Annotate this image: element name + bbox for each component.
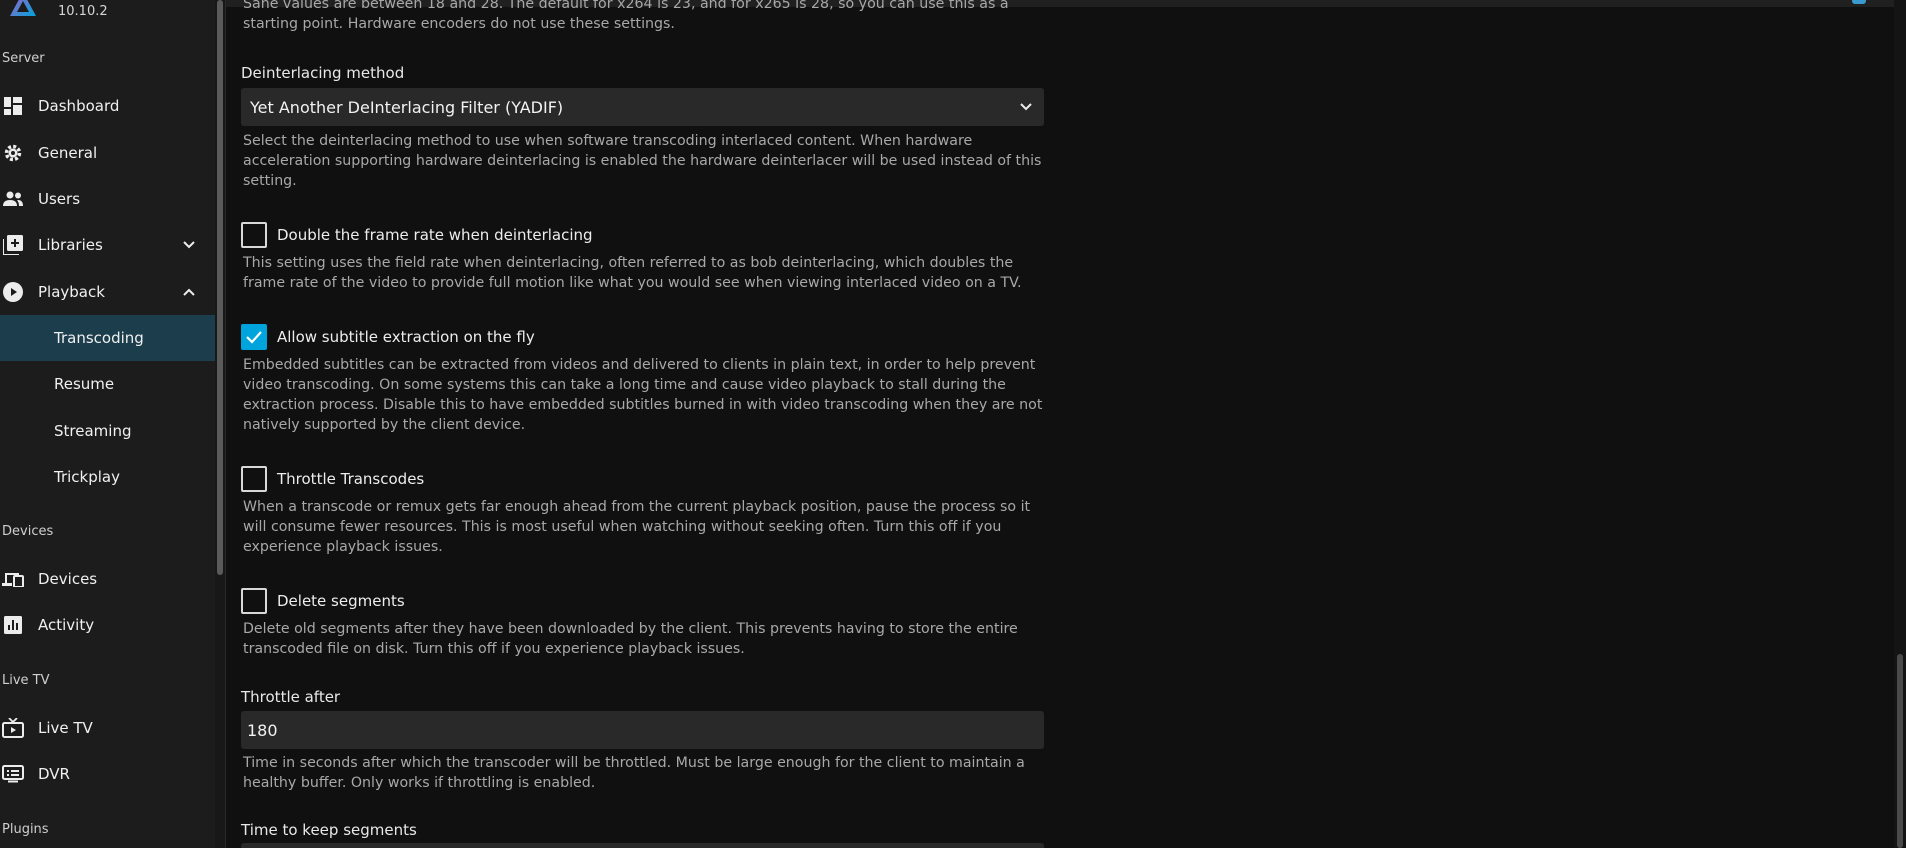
double-frame-label: Double the frame rate when deinterlacing xyxy=(277,226,593,244)
sidebar-item-dvr[interactable]: DVR xyxy=(0,752,215,796)
sidebar-item-label: Playback xyxy=(38,283,105,301)
double-frame-description: This setting uses the field rate when de… xyxy=(243,255,1022,291)
delete-segments-label: Delete segments xyxy=(277,592,405,610)
sidebar-scrollbar-thumb[interactable] xyxy=(217,0,223,575)
sidebar-item-dashboard[interactable]: Dashboard xyxy=(0,84,215,128)
throttle-after-input[interactable] xyxy=(241,711,1044,749)
sidebar-item-activity[interactable]: Activity xyxy=(0,603,215,647)
sidebar-item-live-tv[interactable]: Live TV xyxy=(0,706,215,750)
logo-area: 10.10.2 xyxy=(0,0,215,24)
delete-segments-description: Delete old segments after they have been… xyxy=(243,621,1018,657)
sidebar-item-trickplay[interactable]: Trickplay xyxy=(0,454,215,500)
section-devices: Devices xyxy=(2,524,54,539)
deinterlace-selected-value: Yet Another DeInterlacing Filter (YADIF) xyxy=(250,97,564,117)
live-tv-icon xyxy=(2,717,24,739)
sidebar-item-label: Resume xyxy=(54,375,115,393)
section-live-tv: Live TV xyxy=(2,673,50,688)
chevron-down-icon xyxy=(1020,103,1032,111)
users-icon xyxy=(2,188,24,210)
sidebar-item-label: Activity xyxy=(38,616,95,634)
sidebar-item-users[interactable]: Users xyxy=(0,177,215,221)
subtitle-extraction-checkbox[interactable] xyxy=(241,324,267,350)
sidebar-item-label: Devices xyxy=(38,570,98,588)
double-frame-row: Double the frame rate when deinterlacing xyxy=(241,222,593,248)
sidebar-item-label: Streaming xyxy=(54,422,132,440)
sidebar-item-general[interactable]: General xyxy=(0,131,215,175)
keep-segments-input[interactable] xyxy=(241,843,1044,848)
sidebar-item-transcoding[interactable]: Transcoding xyxy=(0,315,215,361)
throttle-after-description: Time in seconds after which the transcod… xyxy=(243,755,1025,791)
library-add-icon xyxy=(2,234,24,256)
keep-segments-label: Time to keep segments xyxy=(241,821,417,839)
delete-segments-checkbox[interactable] xyxy=(241,588,267,614)
sidebar-item-label: Live TV xyxy=(38,719,93,737)
deinterlace-label: Deinterlacing method xyxy=(241,64,405,82)
sidebar-item-label: General xyxy=(38,144,98,162)
play-circle-icon xyxy=(2,281,24,303)
version-label: 10.10.2 xyxy=(58,4,108,19)
sidebar-item-label: Users xyxy=(38,190,81,208)
chevron-up-icon[interactable] xyxy=(181,284,197,300)
dashboard-icon xyxy=(2,95,24,117)
section-plugins: Plugins xyxy=(2,822,49,837)
sidebar-item-playback[interactable]: Playback xyxy=(0,270,215,314)
quality-description: Sane values are between 18 and 28. The d… xyxy=(243,0,1009,32)
delete-segments-row: Delete segments xyxy=(241,588,405,614)
sidebar: 10.10.2 Server Dashboard General Users L… xyxy=(0,0,215,848)
sidebar-item-label: Dashboard xyxy=(38,97,120,115)
deinterlace-description: Select the deinterlacing method to use w… xyxy=(243,133,1042,189)
jellyfin-logo-icon xyxy=(10,0,36,16)
sidebar-item-libraries[interactable]: Libraries xyxy=(0,223,215,267)
throttle-row: Throttle Transcodes xyxy=(241,466,424,492)
sidebar-item-resume[interactable]: Resume xyxy=(0,361,215,407)
throttle-label: Throttle Transcodes xyxy=(277,470,425,488)
sidebar-item-label: Libraries xyxy=(38,236,103,254)
devices-icon xyxy=(2,568,24,590)
bar-chart-icon xyxy=(2,614,24,636)
sidebar-item-devices[interactable]: Devices xyxy=(0,557,215,601)
sidebar-item-label: Trickplay xyxy=(54,468,120,486)
dvr-icon xyxy=(2,763,24,785)
deinterlace-select[interactable]: Yet Another DeInterlacing Filter (YADIF) xyxy=(241,88,1044,126)
gear-icon xyxy=(2,142,24,164)
throttle-checkbox[interactable] xyxy=(241,466,267,492)
section-server: Server xyxy=(2,51,45,66)
main-scrollbar-thumb[interactable] xyxy=(1897,654,1903,848)
sidebar-item-label: Transcoding xyxy=(54,329,144,347)
chevron-down-icon[interactable] xyxy=(181,237,197,253)
throttle-description: When a transcode or remux gets far enoug… xyxy=(243,499,1031,555)
double-frame-checkbox[interactable] xyxy=(241,222,267,248)
sidebar-item-streaming[interactable]: Streaming xyxy=(0,408,215,454)
subtitle-extraction-row: Allow subtitle extraction on the fly xyxy=(241,324,535,350)
throttle-after-label: Throttle after xyxy=(241,688,341,706)
subtitle-extraction-label: Allow subtitle extraction on the fly xyxy=(277,328,535,346)
main-content: Sane values are between 18 and 28. The d… xyxy=(226,0,1880,848)
checkmark-icon xyxy=(246,331,262,344)
sidebar-item-label: DVR xyxy=(38,765,70,783)
subtitle-extraction-description: Embedded subtitles can be extracted from… xyxy=(243,357,1043,433)
